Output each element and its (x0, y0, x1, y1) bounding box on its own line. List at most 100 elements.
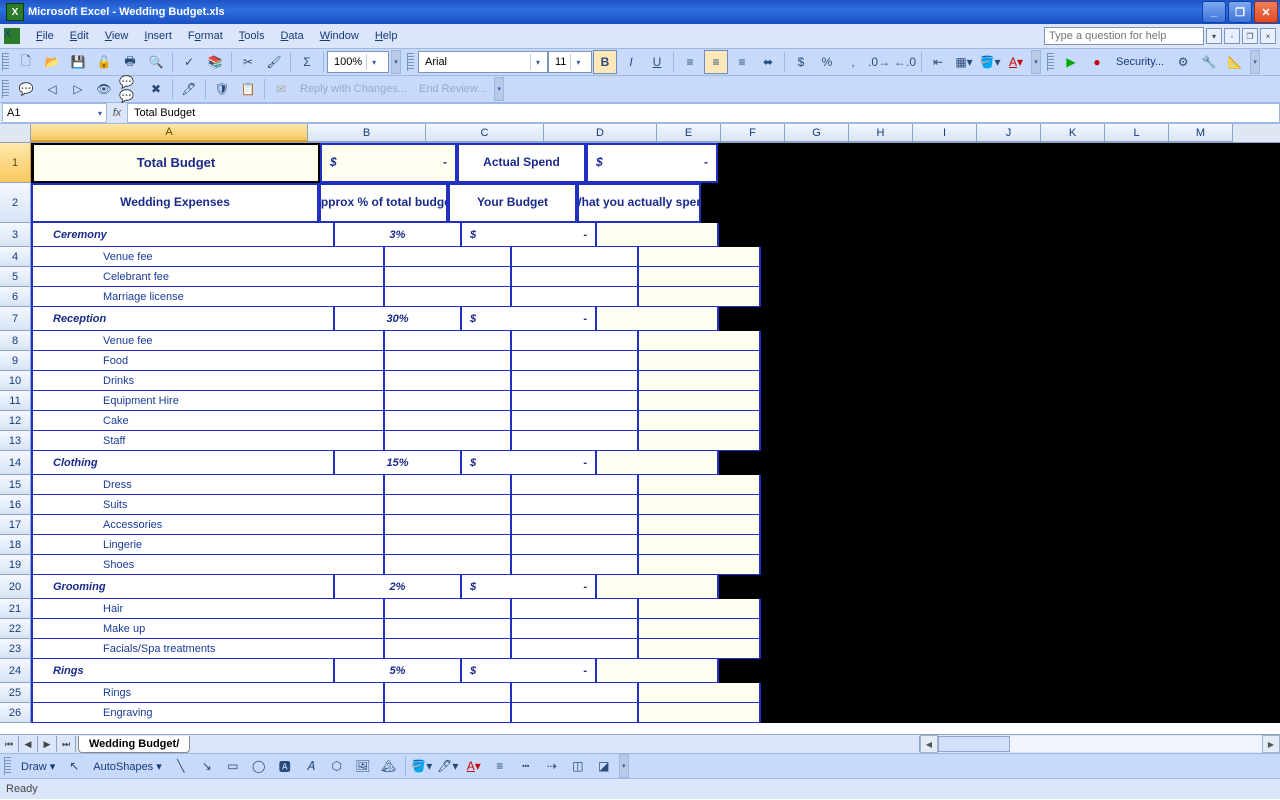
horizontal-scrollbar[interactable]: ◀ ▶ (919, 736, 1280, 752)
cell[interactable]: 5% (335, 659, 462, 683)
hscroll-right-icon[interactable]: ▶ (1262, 735, 1280, 753)
merge-center-icon[interactable]: ⬌ (756, 50, 780, 74)
cell[interactable] (385, 639, 512, 659)
cell[interactable]: Celebrant fee (31, 267, 385, 287)
cell[interactable]: 30% (335, 307, 462, 331)
autosum-icon[interactable]: Σ (295, 50, 319, 74)
row-header[interactable]: 18 (0, 535, 31, 555)
cell[interactable]: Equipment Hire (31, 391, 385, 411)
share-workbook-icon[interactable]: 📋 (236, 77, 260, 101)
cell[interactable] (639, 535, 761, 555)
cell[interactable] (512, 515, 639, 535)
row-header[interactable]: 15 (0, 475, 31, 495)
cell[interactable]: Suits (31, 495, 385, 515)
cell-B2[interactable]: Approx % of total budget (319, 183, 448, 223)
cell-C2[interactable]: Your Budget (448, 183, 577, 223)
control-toolbox-icon[interactable]: 🔧 (1197, 50, 1221, 74)
menu-edit[interactable]: Edit (62, 28, 97, 44)
save-icon[interactable]: 💾 (66, 50, 90, 74)
clipart-icon[interactable]: 🖼 (351, 754, 375, 778)
cell[interactable] (639, 391, 761, 411)
toolbar-overflow[interactable]: ▾ (391, 50, 401, 74)
row-header[interactable]: 19 (0, 555, 31, 575)
align-center-icon[interactable]: ≡ (704, 50, 728, 74)
cell[interactable] (385, 247, 512, 267)
cell[interactable] (639, 351, 761, 371)
row-header[interactable]: 11 (0, 391, 31, 411)
cell[interactable]: Venue fee (31, 247, 385, 267)
col-header-I[interactable]: I (913, 124, 977, 142)
formula-input[interactable]: Total Budget (127, 103, 1280, 123)
col-header-H[interactable]: H (849, 124, 913, 142)
macro-record-icon[interactable]: ● (1085, 50, 1109, 74)
cell[interactable] (639, 475, 761, 495)
menu-format[interactable]: Format (180, 28, 231, 44)
row-header[interactable]: 1 (0, 143, 32, 183)
row-header[interactable]: 7 (0, 307, 31, 331)
tab-nav-next[interactable]: ▶ (38, 736, 57, 752)
cell[interactable]: Lingerie (31, 535, 385, 555)
cell[interactable]: $- (462, 223, 597, 247)
row-header[interactable]: 2 (0, 183, 31, 223)
cell[interactable] (385, 371, 512, 391)
cell[interactable]: $- (462, 307, 597, 331)
permission-icon[interactable]: 🔓 (92, 50, 116, 74)
cell[interactable]: Make up (31, 619, 385, 639)
security-button[interactable]: Security... (1110, 54, 1170, 70)
cell[interactable] (512, 331, 639, 351)
align-right-icon[interactable]: ≡ (730, 50, 754, 74)
menu-data[interactable]: Data (272, 28, 311, 44)
cell[interactable] (385, 495, 512, 515)
cell[interactable] (512, 683, 639, 703)
toolbar-grip-4[interactable] (2, 80, 9, 98)
cell[interactable] (385, 535, 512, 555)
toolbar-grip-3[interactable] (1047, 53, 1054, 71)
name-box[interactable]: A1▾ (2, 103, 107, 123)
spelling-icon[interactable]: ✓ (177, 50, 201, 74)
cell[interactable]: Rings (31, 683, 385, 703)
cell[interactable] (639, 683, 761, 703)
toolbar-overflow-5[interactable]: ▾ (619, 754, 629, 778)
cell[interactable] (512, 703, 639, 723)
cell-C1[interactable]: Actual Spend (457, 143, 586, 183)
cell[interactable] (639, 247, 761, 267)
col-header-G[interactable]: G (785, 124, 849, 142)
row-header[interactable]: 8 (0, 331, 31, 351)
cell[interactable] (639, 431, 761, 451)
picture-icon[interactable]: 🏔 (377, 754, 401, 778)
rectangle-icon[interactable]: ▭ (221, 754, 245, 778)
bold-button[interactable]: B (593, 50, 617, 74)
increase-decimal-icon[interactable]: .0→ (867, 50, 891, 74)
cell[interactable] (639, 287, 761, 307)
menu-window[interactable]: Window (312, 28, 367, 44)
underline-button[interactable]: U (645, 50, 669, 74)
row-header[interactable]: 16 (0, 495, 31, 515)
borders-icon[interactable]: ▦▾ (952, 50, 976, 74)
row-header[interactable]: 25 (0, 683, 31, 703)
print-preview-icon[interactable]: 🔍 (144, 50, 168, 74)
col-header-D[interactable]: D (544, 124, 657, 142)
macro-play-icon[interactable]: ▶ (1059, 50, 1083, 74)
font-combo[interactable]: Arial▾ (418, 51, 548, 73)
cell[interactable] (639, 411, 761, 431)
tab-nav-first[interactable]: ⏮ (0, 736, 19, 752)
row-header[interactable]: 13 (0, 431, 31, 451)
zoom-combo[interactable]: 100%▾ (327, 51, 389, 73)
cell[interactable] (385, 683, 512, 703)
cell[interactable]: Marriage license (31, 287, 385, 307)
draw-menu[interactable]: Draw ▾ (15, 758, 61, 775)
cell[interactable] (512, 391, 639, 411)
doc-close-button[interactable]: × (1260, 28, 1276, 44)
vba-icon[interactable]: ⚙ (1171, 50, 1195, 74)
cell-A1[interactable]: Total Budget (32, 143, 320, 183)
cell[interactable] (385, 599, 512, 619)
toolbar-overflow-4[interactable]: ▾ (494, 77, 504, 101)
cell[interactable]: Grooming (31, 575, 335, 599)
cell[interactable]: $- (462, 659, 597, 683)
cell[interactable] (385, 703, 512, 723)
cell[interactable] (512, 555, 639, 575)
menu-insert[interactable]: Insert (136, 28, 180, 44)
cell-A2[interactable]: Wedding Expenses (31, 183, 319, 223)
doc-restore-button[interactable]: ❐ (1242, 28, 1258, 44)
row-header[interactable]: 22 (0, 619, 31, 639)
